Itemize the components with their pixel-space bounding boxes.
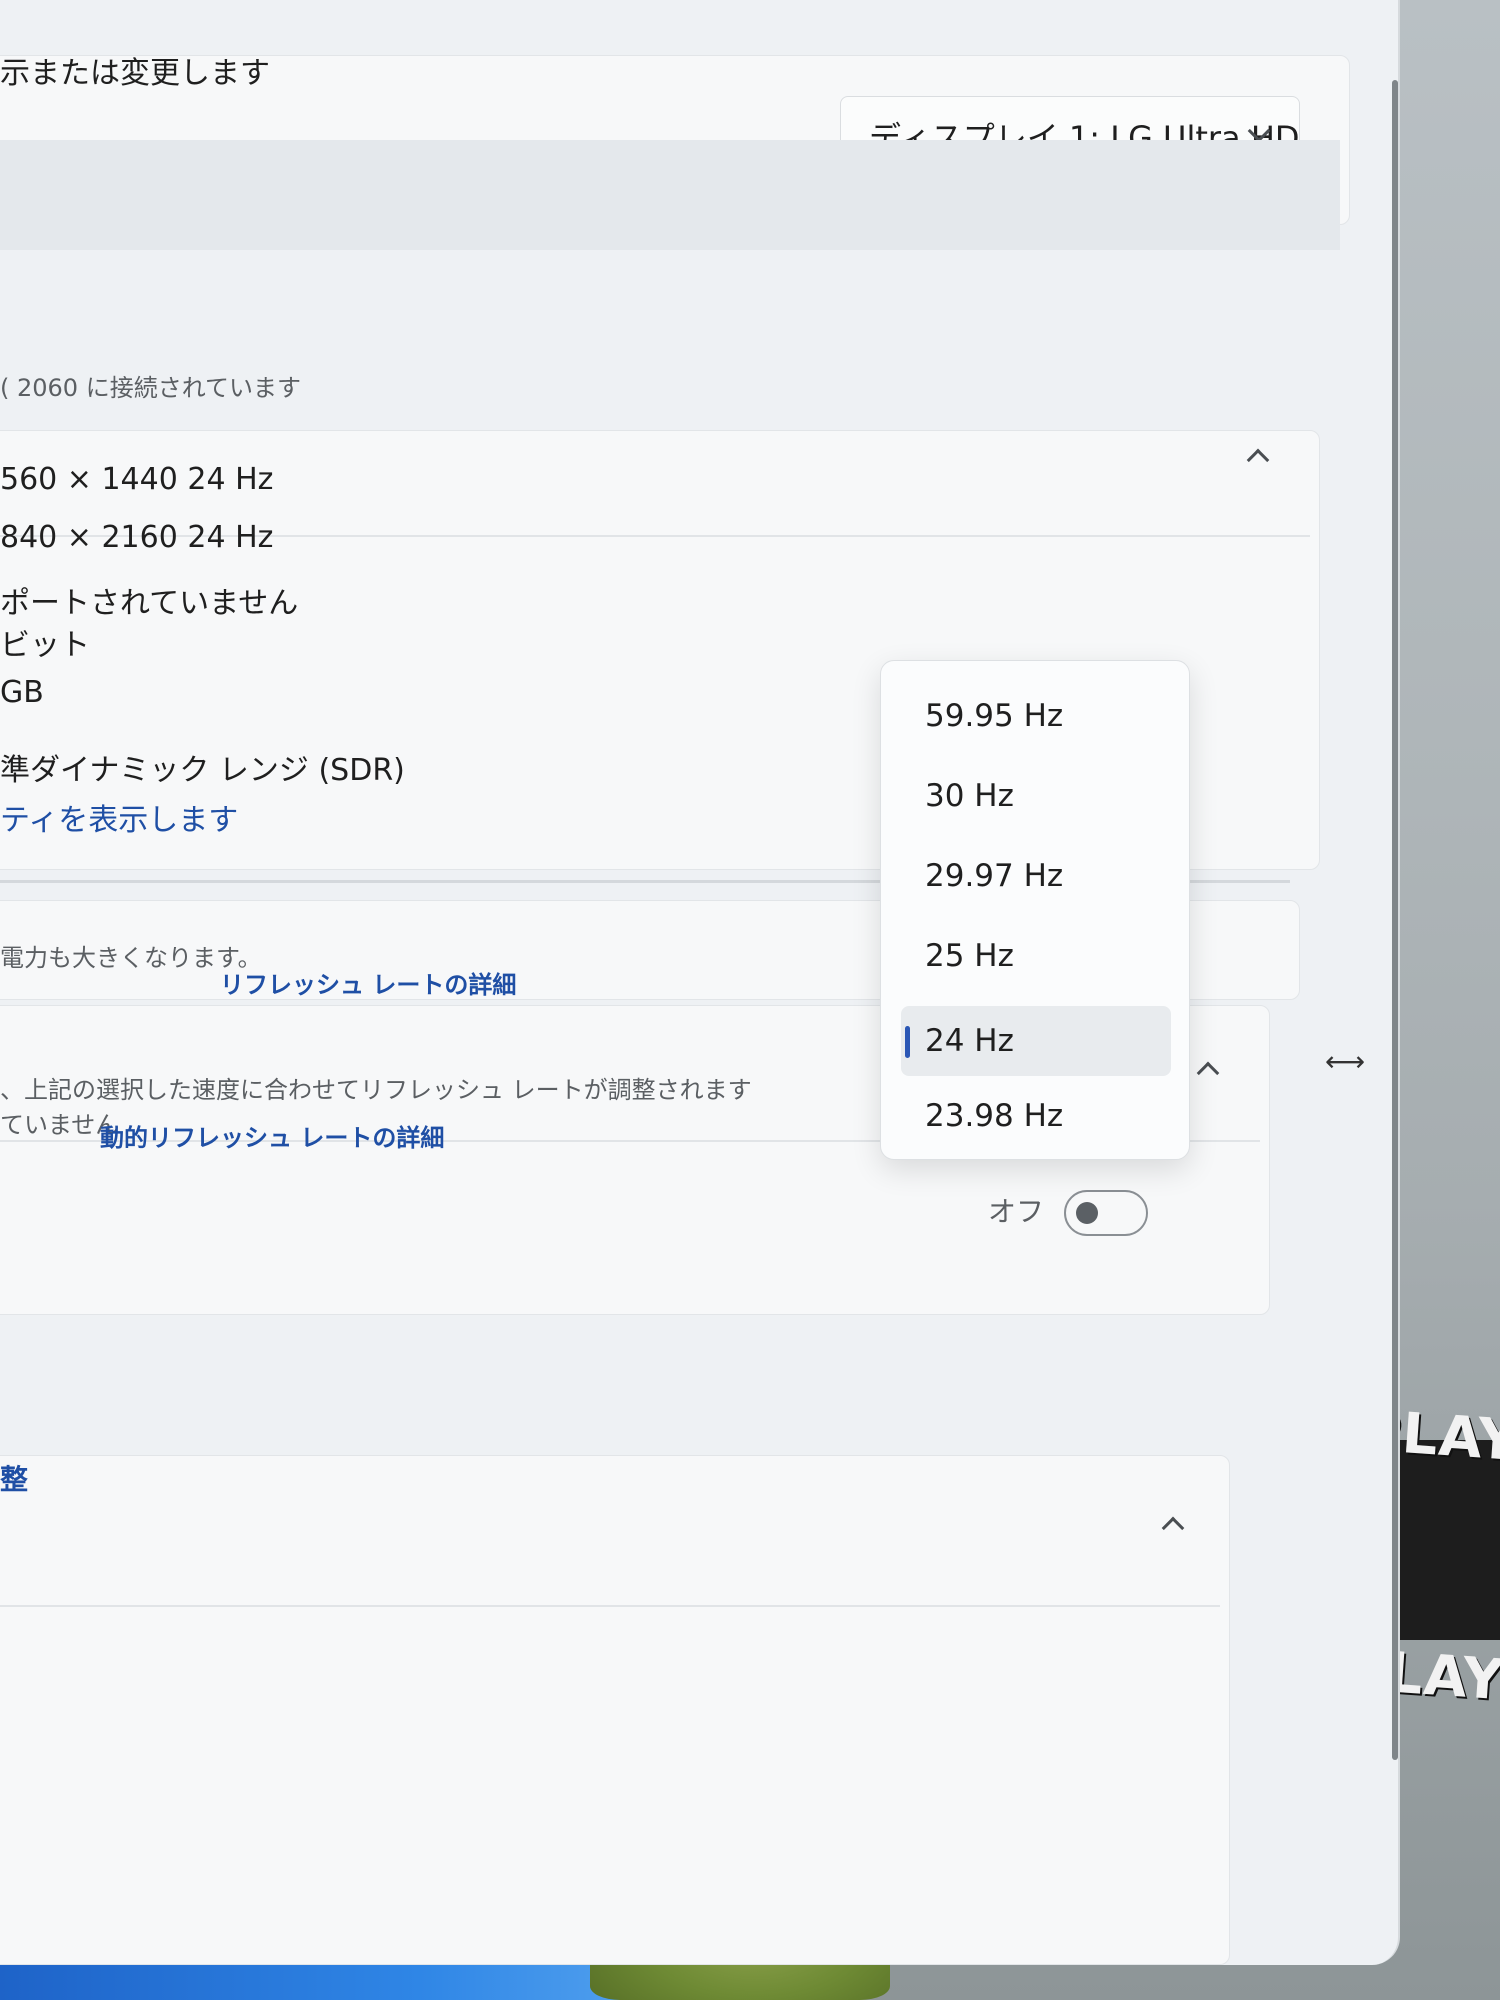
section-band (0, 140, 1340, 250)
dynamic-refresh-description: 、上記の選択した速度に合わせてリフレッシュ レートが調整されます (0, 1076, 752, 1104)
settings-window: 示または変更します ディスプレイ 1: LG Ultra HD ( 2060 に… (0, 0, 1400, 1965)
adapter-connected-text: ( 2060 に接続されています (0, 374, 301, 402)
info-row-desktop-mode: 560 × 1440 24 Hz (0, 462, 274, 497)
refresh-rate-dropdown-menu: 59.95 Hz 30 Hz 29.97 Hz 25 Hz 24 Hz 23.9… (880, 660, 1190, 1160)
refresh-option-23-98[interactable]: 23.98 Hz (901, 1081, 1171, 1151)
related-settings-link[interactable]: 整 (0, 1458, 28, 1498)
dynamic-refresh-toggle-label: オフ (988, 1195, 1045, 1228)
dynamic-refresh-toggle[interactable] (1064, 1190, 1148, 1236)
resize-cursor-icon: ⟷ (1324, 1045, 1366, 1078)
selected-indicator (905, 1026, 910, 1058)
refresh-option-30[interactable]: 30 Hz (901, 761, 1171, 831)
toggle-knob (1076, 1202, 1098, 1224)
dynamic-refresh-details-link[interactable]: 動的リフレッシュ レートの詳細 (100, 1118, 444, 1153)
display-description: 示または変更します (0, 56, 270, 91)
related-settings-card (0, 1455, 1230, 1965)
card-divider (0, 1605, 1220, 1607)
info-row-active-signal: 840 × 2160 24 Hz (0, 520, 274, 555)
refresh-option-29-97[interactable]: 29.97 Hz (901, 841, 1171, 911)
info-row-vrr: ポートされていません (0, 586, 299, 621)
display-adapter-properties-link[interactable]: ティを表示します (0, 795, 238, 839)
vertical-scrollbar[interactable] (1392, 80, 1398, 1760)
refresh-option-24-label: 24 Hz (925, 1023, 1014, 1059)
info-row-color-space: 準ダイナミック レンジ (SDR) (0, 753, 405, 788)
info-row-bit-depth: ビット (0, 628, 90, 663)
refresh-rate-details-link[interactable]: リフレッシュ レートの詳細 (220, 965, 516, 1000)
info-row-color-format: GB (0, 675, 44, 710)
refresh-option-24[interactable]: 24 Hz (901, 1006, 1171, 1076)
refresh-option-59-95[interactable]: 59.95 Hz (901, 681, 1171, 751)
refresh-option-25[interactable]: 25 Hz (901, 921, 1171, 991)
